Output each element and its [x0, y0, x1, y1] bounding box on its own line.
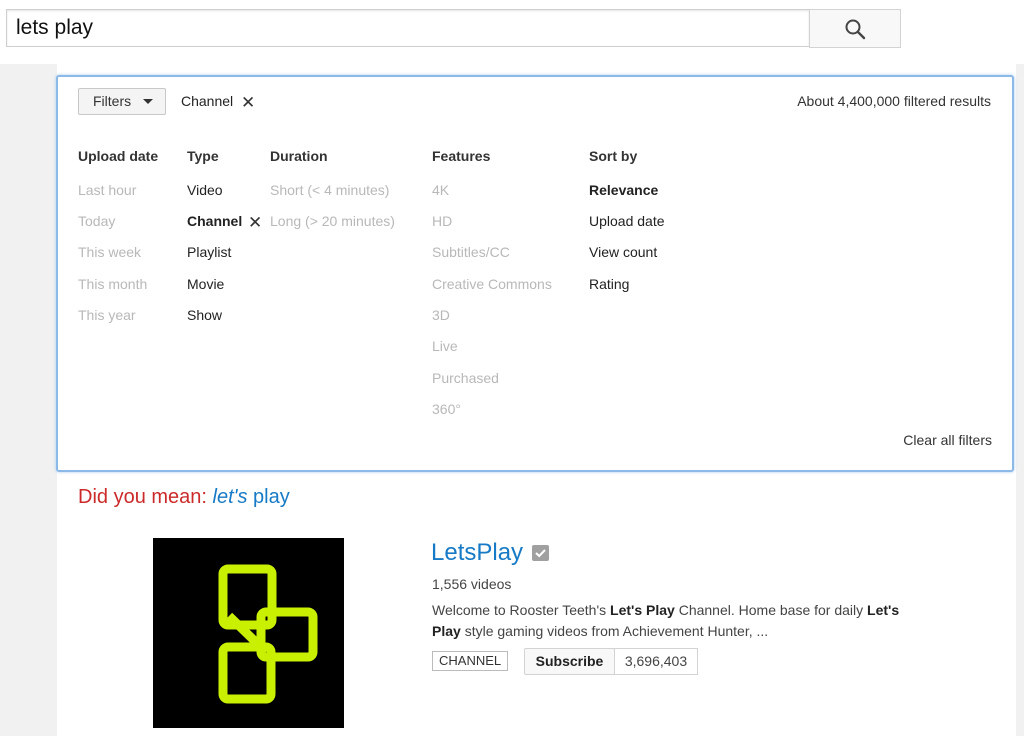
desc-text: style gaming videos from Achievement Hun… — [460, 623, 769, 639]
filter-option-this-week: This week — [78, 244, 142, 260]
channel-video-count: 1,556 videos — [432, 576, 512, 592]
filter-heading-duration: Duration — [270, 148, 328, 164]
filter-heading-type: Type — [187, 148, 219, 164]
filter-option-3d: 3D — [432, 307, 450, 323]
desc-highlight: Let's — [867, 602, 900, 618]
filter-option-show[interactable]: Show — [187, 307, 222, 323]
filter-option-this-month: This month — [78, 276, 148, 292]
filter-option-360: 360° — [432, 401, 461, 417]
channel-description: Welcome to Rooster Teeth's Let's Play Ch… — [432, 600, 977, 642]
filter-option-long: Long (> 20 minutes) — [270, 213, 395, 229]
filter-heading-features: Features — [432, 148, 491, 164]
search-button[interactable] — [809, 9, 901, 48]
close-icon[interactable]: ✕ — [241, 94, 255, 111]
search-input[interactable]: lets play — [6, 9, 809, 47]
channel-thumbnail[interactable] — [153, 538, 344, 728]
filter-option-video[interactable]: Video — [187, 182, 223, 198]
filter-option-this-year: This year — [78, 307, 136, 323]
filter-option-channel[interactable]: Channel — [187, 213, 242, 229]
filter-option-short: Short (< 4 minutes) — [270, 182, 390, 198]
verified-badge-icon — [532, 545, 549, 561]
sort-option-upload-date[interactable]: Upload date — [589, 213, 665, 229]
search-icon — [845, 19, 866, 39]
desc-text: Channel. Home base for daily — [674, 602, 868, 618]
sort-option-view-count[interactable]: View count — [589, 244, 657, 260]
subscribe-button[interactable]: Subscribe — [524, 648, 615, 675]
filter-option-4k: 4K — [432, 182, 450, 198]
desc-text: Welcome to Rooster Teeth's — [432, 602, 611, 618]
filter-option-purchased: Purchased — [432, 370, 499, 386]
sort-option-relevance[interactable]: Relevance — [589, 182, 658, 198]
channel-title-link[interactable]: LetsPlay — [431, 539, 523, 567]
filter-option-movie[interactable]: Movie — [187, 276, 224, 292]
clear-all-filters-link[interactable]: Clear all filters — [903, 432, 992, 448]
spelling-suggestion: Did you mean: let's play — [78, 486, 290, 509]
active-filter-chip: Channel — [181, 93, 234, 109]
desc-highlight: Let's Play — [610, 602, 675, 618]
results-count: About 4,400,000 filtered results — [797, 93, 991, 109]
subscriber-count: 3,696,403 — [614, 648, 698, 675]
suggestion-term-rest: play — [247, 486, 290, 508]
filter-option-subtitles: Subtitles/CC — [432, 244, 510, 260]
caret-down-icon — [143, 99, 153, 104]
filters-toggle-button[interactable]: Filters — [78, 88, 166, 115]
filter-heading-sort-by: Sort by — [589, 148, 638, 164]
filter-option-today: Today — [78, 213, 116, 229]
filter-option-creative-commons: Creative Commons — [432, 276, 552, 292]
channel-type-badge: CHANNEL — [432, 651, 509, 671]
filter-option-playlist[interactable]: Playlist — [187, 244, 231, 260]
close-icon[interactable]: ✕ — [248, 214, 262, 231]
filter-heading-upload-date: Upload date — [78, 148, 159, 164]
suggestion-link[interactable]: let's play — [213, 486, 290, 508]
filter-option-live: Live — [432, 338, 458, 354]
filter-option-last-hour: Last hour — [78, 182, 137, 198]
filter-panel — [56, 75, 1014, 472]
filter-option-hd: HD — [432, 213, 453, 229]
sort-option-rating[interactable]: Rating — [589, 276, 629, 292]
filters-button-label: Filters — [93, 93, 132, 109]
desc-highlight: Play — [432, 623, 461, 639]
suggestion-prefix: Did you mean: — [78, 486, 213, 508]
letsplay-logo-icon — [218, 564, 318, 704]
suggestion-term-italic: let's — [212, 486, 248, 508]
